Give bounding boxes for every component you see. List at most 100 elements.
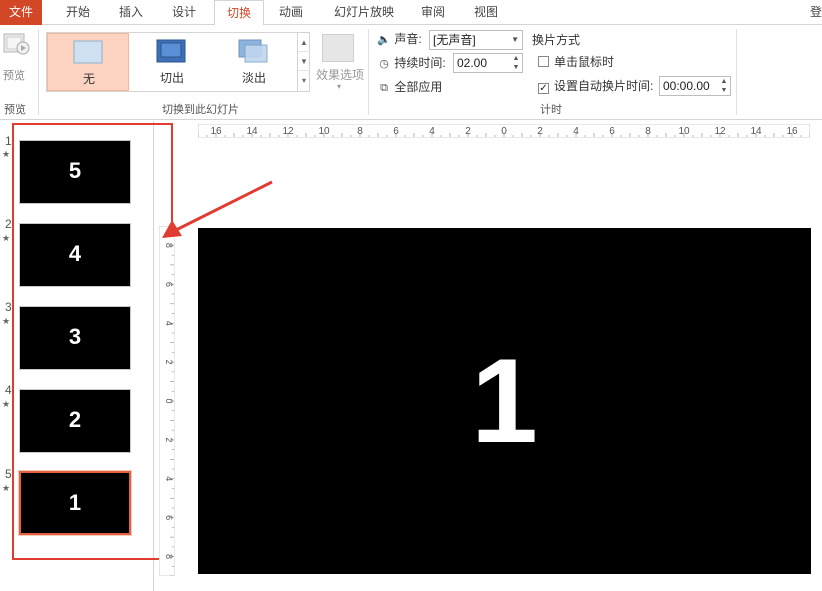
ruler-tick-label: 2: [164, 360, 174, 365]
ribbon-tab-bar: 文件 开始 插入 设计 切换 动画 幻灯片放映 审阅 视图 登: [0, 0, 822, 26]
ruler-tick-label: 8: [164, 554, 174, 559]
ruler-tick-label: 8: [645, 126, 651, 137]
sound-dropdown[interactable]: [无声音] ▼: [429, 30, 523, 50]
tab-design[interactable]: 设计: [163, 0, 205, 25]
sound-row: 🔈 声音:: [377, 28, 422, 50]
transition-cut-label: 切出: [159, 71, 184, 85]
ruler-tick-label: 16: [786, 126, 798, 137]
slide-number: 5: [5, 467, 12, 481]
ruler-tick-label: 16: [210, 126, 222, 137]
tab-home[interactable]: 开始: [57, 0, 99, 25]
tab-view[interactable]: 视图: [465, 0, 507, 25]
ruler-tick-label: 14: [246, 126, 258, 137]
transition-cut[interactable]: 切出: [131, 33, 213, 91]
transitions-group-label: 切换到此幻灯片: [162, 104, 239, 116]
duration-spinner[interactable]: ▲ ▼: [510, 54, 522, 72]
checkmark-icon: ✓: [538, 83, 549, 94]
sound-value: [无声音]: [433, 33, 476, 47]
group-separator: [368, 29, 369, 115]
transition-fade[interactable]: 淡出: [213, 33, 295, 91]
clock-icon: ◷: [379, 58, 389, 70]
effect-options-label: 效果选项: [315, 68, 364, 82]
tab-animations[interactable]: 动画: [270, 0, 312, 25]
annotation-arrow-icon: [162, 180, 273, 238]
effect-options-icon: [322, 34, 354, 62]
transition-star-icon: ★: [2, 483, 11, 493]
annotation-highlight-box: [12, 123, 173, 560]
ruler-tick-label: 6: [393, 126, 399, 137]
preview-label: 预览: [3, 70, 25, 82]
slide-title-text[interactable]: 1: [198, 228, 811, 574]
duration-label: 持续时间:: [394, 56, 446, 70]
on-click-checkbox[interactable]: 单击鼠标时: [538, 51, 614, 73]
gallery-more-icon[interactable]: ▾: [298, 71, 310, 90]
ruler-tick-label: 10: [318, 126, 330, 137]
gallery-scroll-down-icon[interactable]: ▼: [298, 52, 310, 71]
ribbon: 预览 预览 无 切出 淡出 ▲ ▼ ▾ 效果选项 ▾ 切换到此幻灯片 🔈 声音:…: [0, 25, 822, 120]
slide-canvas[interactable]: 1: [198, 228, 811, 574]
transition-none-icon: [73, 40, 103, 64]
transition-none-label: 无: [82, 72, 95, 86]
auto-after-checkbox[interactable]: ✓ 设置自动换片时间:: [538, 75, 653, 97]
ruler-tick-label: 4: [164, 476, 174, 481]
auto-after-input[interactable]: 00:00.00 ▲ ▼: [659, 76, 731, 96]
ruler-tick-label: 6: [164, 515, 174, 520]
slide-number: 1: [5, 134, 12, 148]
preview-icon: [3, 33, 30, 55]
duration-value: 02.00: [457, 56, 488, 70]
transition-fade-label: 淡出: [241, 71, 266, 85]
sign-in-link[interactable]: 登: [810, 0, 822, 25]
tab-slideshow[interactable]: 幻灯片放映: [326, 0, 402, 25]
ruler-tick-label: 2: [537, 126, 543, 137]
ruler-tick-label: 12: [282, 126, 294, 137]
ruler-tick-label: 10: [678, 126, 690, 137]
tab-review[interactable]: 审阅: [412, 0, 454, 25]
chevron-down-icon: ▼: [511, 35, 519, 44]
group-separator: [38, 29, 39, 115]
ruler-tick-label: 2: [164, 437, 174, 442]
ruler-tick-label: 0: [164, 398, 174, 403]
apply-all-icon: ⧉: [380, 82, 388, 94]
auto-after-label: 设置自动换片时间:: [554, 79, 654, 93]
preview-button[interactable]: 预览: [1, 31, 33, 82]
gallery-scroll-up-icon[interactable]: ▲: [298, 33, 310, 52]
on-click-checkbox-box: [538, 56, 549, 67]
slide-number: 2: [5, 217, 12, 231]
vertical-ruler: 864202468: [159, 226, 175, 576]
transition-star-icon: ★: [2, 149, 11, 159]
effect-options-button[interactable]: 效果选项 ▾: [314, 32, 366, 92]
ruler-tick-label: 8: [357, 126, 363, 137]
preview-group-label: 预览: [4, 104, 26, 116]
advance-slide-title: 换片方式: [532, 33, 581, 47]
transition-none[interactable]: 无: [47, 33, 129, 91]
transition-gallery: 无 切出 淡出 ▲ ▼ ▾: [46, 32, 310, 92]
group-separator: [736, 29, 737, 115]
ruler-tick-label: 4: [164, 321, 174, 326]
speaker-icon: 🔈: [377, 34, 391, 46]
slide-number: 3: [5, 300, 12, 314]
ruler-tick-label: 0: [501, 126, 507, 137]
gallery-scrollbar: ▲ ▼ ▾: [297, 33, 310, 91]
slide-number: 4: [5, 383, 12, 397]
duration-row: ◷ 持续时间:: [377, 52, 446, 74]
duration-input[interactable]: 02.00 ▲ ▼: [453, 53, 523, 73]
apply-all-button[interactable]: ⧉ 全部应用: [377, 76, 442, 98]
timing-group-label: 计时: [540, 104, 562, 116]
ruler-tick-label: 6: [164, 282, 174, 287]
ruler-tick-label: 14: [750, 126, 762, 137]
transition-fade-icon: [238, 39, 268, 63]
transition-star-icon: ★: [2, 399, 11, 409]
auto-after-value: 00:00.00: [663, 79, 710, 93]
transition-star-icon: ★: [2, 316, 11, 326]
tab-transitions[interactable]: 切换: [214, 0, 264, 26]
ruler-tick-label: 2: [465, 126, 471, 137]
auto-after-spinner[interactable]: ▲ ▼: [718, 77, 730, 95]
chevron-down-icon: ▾: [337, 82, 342, 91]
ruler-tick-label: 12: [714, 126, 726, 137]
ruler-tick-label: 4: [429, 126, 435, 137]
tab-file[interactable]: 文件: [0, 0, 42, 25]
apply-all-label: 全部应用: [394, 80, 443, 94]
ruler-tick-label: 6: [609, 126, 615, 137]
horizontal-ruler: 16 14 12 10 8 6 4 2 0 2 4 6 8 10 12 14 16: [198, 124, 810, 138]
tab-insert[interactable]: 插入: [110, 0, 152, 25]
